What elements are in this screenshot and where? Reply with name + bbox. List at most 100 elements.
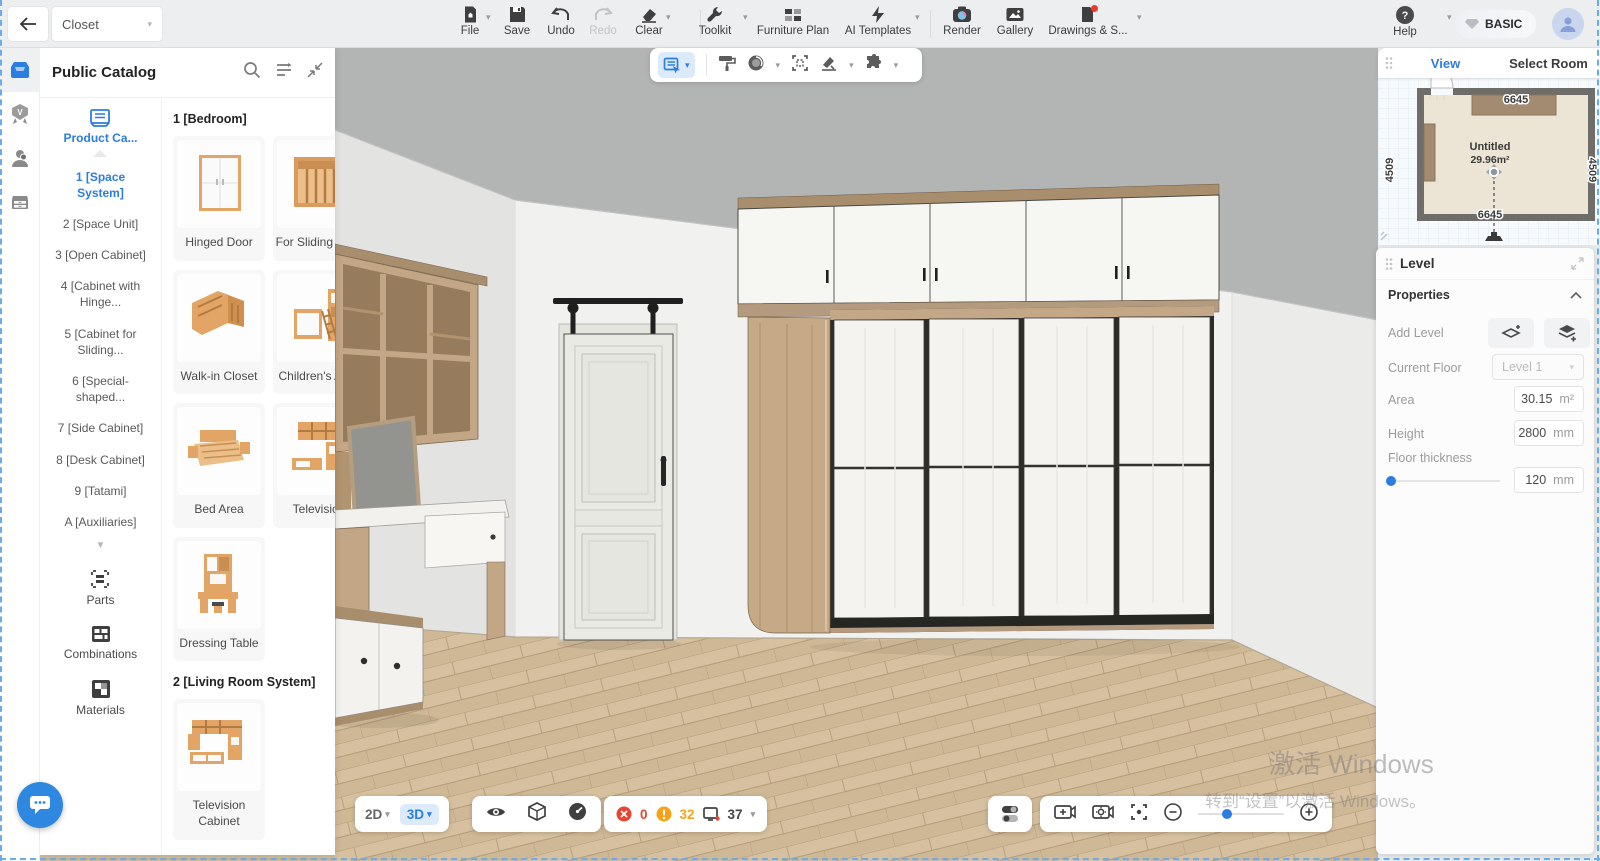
collapse-panel-icon[interactable] xyxy=(307,62,323,83)
measure-tool-caret[interactable]: ▾ xyxy=(849,60,854,71)
category-side-cabinet[interactable]: 7 [Side Cabinet] xyxy=(55,420,147,436)
chevron-up-icon[interactable] xyxy=(1570,291,1582,299)
plugins-tool-caret[interactable]: ▾ xyxy=(894,60,899,71)
drag-handle[interactable] xyxy=(1384,257,1394,271)
zoom-slider[interactable] xyxy=(1198,813,1284,815)
help-caret[interactable]: ▾ xyxy=(1447,12,1452,23)
category-cabinet-hinged[interactable]: 4 [Cabinet with Hinge... xyxy=(55,278,147,310)
material-tool-caret[interactable]: ▾ xyxy=(776,60,781,71)
zoom-out-button[interactable] xyxy=(1164,803,1182,826)
toolkit-button[interactable]: Toolkit xyxy=(687,5,743,37)
project-selector[interactable]: Closet▾ xyxy=(52,7,162,41)
plugins-tool[interactable] xyxy=(865,54,883,77)
tab-select-room[interactable]: Select Room xyxy=(1497,56,1600,71)
mode-2d-button[interactable]: 2D▾ xyxy=(365,807,390,822)
toggle-settings-button[interactable] xyxy=(988,796,1032,832)
drawings-caret[interactable]: ▾ xyxy=(1137,12,1142,23)
camera-settings-button[interactable] xyxy=(1092,803,1114,825)
render-button[interactable]: Render xyxy=(934,5,990,37)
dim-bottom: 6645 xyxy=(1478,209,1502,221)
level-panel: Level Properties Add Level Current Floor… xyxy=(1376,248,1594,854)
select-tool-caret[interactable]: ▾ xyxy=(685,60,690,71)
plan-badge[interactable]: BASIC xyxy=(1455,10,1536,38)
3d-cube-button[interactable] xyxy=(528,802,546,826)
floor-thickness-input[interactable]: 120mm xyxy=(1514,467,1584,493)
product-television[interactable]: Television xyxy=(273,403,335,528)
parts-icon xyxy=(90,569,110,589)
rail-storage-button[interactable] xyxy=(0,180,40,224)
materials-button[interactable]: Materials xyxy=(76,679,125,717)
current-floor-select[interactable]: Level 1▾ xyxy=(1492,354,1584,380)
area-input[interactable]: 30.15m² xyxy=(1514,386,1584,412)
categories-more-caret[interactable]: ▼ xyxy=(96,540,106,551)
back-button[interactable] xyxy=(8,7,48,41)
paint-roller-tool[interactable] xyxy=(718,54,736,77)
parts-button[interactable]: Parts xyxy=(86,569,114,607)
tv-cabinet[interactable] xyxy=(335,606,423,726)
floor-plan-map[interactable]: 6645 6645 4509 4509 Untitled 29.96m² xyxy=(1378,78,1600,245)
category-open-cabinet[interactable]: 3 [Open Cabinet] xyxy=(55,247,147,263)
mode-3d-button[interactable]: 3D▾ xyxy=(400,804,439,825)
ai-templates-button[interactable]: AI Templates xyxy=(836,5,920,37)
marquee-select-tool[interactable] xyxy=(791,54,809,77)
zoom-in-button[interactable] xyxy=(1300,803,1318,826)
product-for-sliding-door[interactable]: For Sliding Door xyxy=(273,136,335,261)
height-input[interactable]: 2800mm xyxy=(1514,420,1584,446)
3d-viewport[interactable] xyxy=(335,48,1378,861)
category-tatami[interactable]: 9 [Tatami] xyxy=(55,483,147,499)
material-tool[interactable] xyxy=(747,54,765,77)
performance-button[interactable] xyxy=(568,802,587,826)
visibility-button[interactable] xyxy=(486,804,506,825)
rail-vip-button[interactable]: V xyxy=(0,92,40,136)
drag-handle[interactable] xyxy=(1384,56,1394,70)
sliding-barn-door[interactable] xyxy=(553,298,683,640)
category-space-system[interactable]: 1 [Space System] xyxy=(55,169,147,201)
clear-caret[interactable]: ▾ xyxy=(666,12,671,23)
tab-view[interactable]: View xyxy=(1394,56,1497,71)
category-desk-cabinet[interactable]: 8 [Desk Cabinet] xyxy=(55,452,147,468)
product-television-cabinet[interactable]: Television Cabinet xyxy=(173,699,265,839)
category-special-shaped[interactable]: 6 [Special-shaped... xyxy=(55,373,147,405)
gallery-button[interactable]: Gallery xyxy=(987,5,1043,37)
help-button[interactable]: ?Help xyxy=(1377,5,1433,38)
chat-button[interactable] xyxy=(17,782,63,828)
category-space-unit[interactable]: 2 [Space Unit] xyxy=(55,216,147,232)
category-auxiliaries[interactable]: A [Auxiliaries] xyxy=(55,514,147,530)
v-badge-icon: V xyxy=(10,104,30,125)
toolkit-caret[interactable]: ▾ xyxy=(743,12,748,23)
floor-thickness-slider[interactable] xyxy=(1388,480,1500,482)
expand-panel-icon[interactable] xyxy=(1571,257,1584,270)
diagnostics[interactable]: 0 32 37 ▾ xyxy=(604,796,767,832)
product-bed-area[interactable]: Bed Area xyxy=(173,403,265,528)
add-level-below-button[interactable] xyxy=(1544,318,1590,348)
diagnostics-caret[interactable]: ▾ xyxy=(751,809,756,820)
product-walk-in-closet[interactable]: Walk-in Closet xyxy=(173,270,265,395)
furniture-plan-button[interactable]: Furniture Plan xyxy=(748,5,838,37)
search-icon[interactable] xyxy=(243,61,261,84)
zoom-slider-thumb[interactable] xyxy=(1222,809,1232,819)
add-level-above-button[interactable] xyxy=(1488,318,1534,348)
floor-thickness-thumb[interactable] xyxy=(1386,476,1396,486)
level-panel-title: Level xyxy=(1400,256,1435,271)
combinations-button[interactable]: Combinations xyxy=(64,625,137,661)
properties-section-label: Properties xyxy=(1388,288,1450,302)
focus-center-button[interactable] xyxy=(1130,803,1148,826)
ai-templates-caret[interactable]: ▾ xyxy=(915,12,920,23)
category-cabinet-sliding[interactable]: 5 [Cabinet for Sliding... xyxy=(55,326,147,358)
product-thumbnail xyxy=(177,274,261,362)
drawings-button[interactable]: Drawings & S... xyxy=(1040,5,1136,37)
filter-icon[interactable] xyxy=(275,62,293,83)
rail-account-button[interactable] xyxy=(0,136,40,180)
product-dressing-table[interactable]: Dressing Table xyxy=(173,537,265,662)
measure-tool[interactable] xyxy=(820,54,838,77)
product-childrens-area[interactable]: Children's Area xyxy=(273,270,335,395)
camera-add-button[interactable] xyxy=(1054,803,1076,825)
floor-thickness-label: Floor thickness xyxy=(1388,451,1472,465)
product-hinged-door[interactable]: Hinged Door xyxy=(173,136,265,261)
tab-product-catalog[interactable]: Product Ca... xyxy=(63,108,137,157)
dim-right: 4509 xyxy=(1586,158,1598,182)
select-furniture-tool[interactable]: ▾ xyxy=(658,52,695,78)
avatar[interactable] xyxy=(1552,8,1584,40)
rail-catalog-button[interactable] xyxy=(0,48,40,92)
wardrobe[interactable] xyxy=(738,184,1219,633)
